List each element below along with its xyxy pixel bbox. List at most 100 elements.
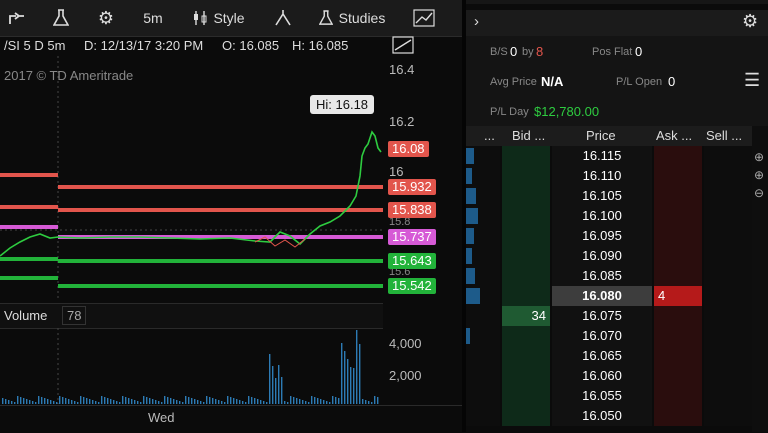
ladder-row[interactable]: 16.060 xyxy=(466,366,752,386)
bid-cell[interactable] xyxy=(502,166,550,186)
price-cell[interactable]: 16.095 xyxy=(552,226,652,246)
price-cell[interactable]: 16.070 xyxy=(552,326,652,346)
timeframe-button[interactable]: 5m xyxy=(140,4,166,32)
ask-cell[interactable] xyxy=(654,306,702,326)
depth-cell[interactable] xyxy=(466,306,500,326)
gear-icon[interactable]: ⚙ xyxy=(742,11,758,32)
sell-cell[interactable] xyxy=(704,166,752,186)
chevron-right-icon[interactable]: › xyxy=(474,13,479,30)
bid-cell[interactable] xyxy=(502,326,550,346)
zoom-in-small-icon[interactable]: ⊕ xyxy=(754,168,764,182)
ask-cell[interactable] xyxy=(654,246,702,266)
bid-cell[interactable] xyxy=(502,266,550,286)
depth-cell[interactable] xyxy=(466,386,500,406)
zoom-in-icon[interactable]: ⊕ xyxy=(754,150,764,164)
ladder-row[interactable]: 16.105 xyxy=(466,186,752,206)
chart-type-icon[interactable] xyxy=(410,4,438,32)
bid-cell[interactable] xyxy=(502,146,550,166)
ladder-row[interactable]: 16.070 xyxy=(466,326,752,346)
ladder-row[interactable]: 16.090 xyxy=(466,246,752,266)
symbol-label[interactable]: /SI 5 D 5m xyxy=(4,38,65,53)
column-header-ask[interactable]: Ask ... xyxy=(656,128,692,143)
ladder-row[interactable]: 16.115 xyxy=(466,146,752,166)
ladder-row[interactable]: 34 16.075 xyxy=(466,306,752,326)
sell-cell[interactable] xyxy=(704,186,752,206)
price-cell[interactable]: 16.090 xyxy=(552,246,652,266)
flask-icon[interactable] xyxy=(48,4,74,32)
time-axis[interactable]: Wed xyxy=(0,405,462,433)
sell-cell[interactable] xyxy=(704,246,752,266)
gear-icon[interactable]: ⚙ xyxy=(94,4,118,32)
sell-cell[interactable] xyxy=(704,346,752,366)
sell-cell[interactable] xyxy=(704,406,752,426)
ask-cell[interactable] xyxy=(654,226,702,246)
sell-cell[interactable] xyxy=(704,266,752,286)
menu-icon[interactable]: ☰ xyxy=(744,70,760,91)
ask-cell[interactable] xyxy=(654,266,702,286)
depth-cell[interactable] xyxy=(466,366,500,386)
bid-cell[interactable]: 34 xyxy=(502,306,550,326)
ask-cell[interactable] xyxy=(654,186,702,206)
ask-cell[interactable] xyxy=(654,406,702,426)
price-cell[interactable]: 16.100 xyxy=(552,206,652,226)
bid-cell[interactable] xyxy=(502,286,550,306)
price-cell[interactable]: 16.110 xyxy=(552,166,652,186)
ladder-row[interactable]: 16.065 xyxy=(466,346,752,366)
price-cell[interactable]: 16.065 xyxy=(552,346,652,366)
price-cell[interactable]: 16.050 xyxy=(552,406,652,426)
ladder-row[interactable]: 16.100 xyxy=(466,206,752,226)
ladder-row[interactable]: 16.050 xyxy=(466,406,752,426)
depth-cell[interactable] xyxy=(466,346,500,366)
studies-button[interactable]: Studies xyxy=(312,4,392,32)
column-header-price[interactable]: Price xyxy=(586,128,616,143)
ask-cell[interactable] xyxy=(654,206,702,226)
price-cell[interactable]: 16.060 xyxy=(552,366,652,386)
column-header-sell[interactable]: Sell ... xyxy=(706,128,742,143)
sell-cell[interactable] xyxy=(704,226,752,246)
zoom-out-icon[interactable]: ⊖ xyxy=(754,186,764,200)
depth-cell[interactable] xyxy=(466,326,500,346)
price-axis[interactable]: 16.4 16.2 16 15.8 15.6 16.08 15.932 15.8… xyxy=(383,56,462,302)
bid-cell[interactable] xyxy=(502,246,550,266)
column-header-bid[interactable]: Bid ... xyxy=(512,128,545,143)
price-cell[interactable]: 16.115 xyxy=(552,146,652,166)
bid-cell[interactable] xyxy=(502,366,550,386)
volume-chart[interactable] xyxy=(0,328,383,404)
price-cell[interactable]: 16.080 xyxy=(552,286,652,306)
sell-cell[interactable] xyxy=(704,286,752,306)
ask-cell[interactable] xyxy=(654,166,702,186)
bid-cell[interactable] xyxy=(502,206,550,226)
ask-cell[interactable] xyxy=(654,386,702,406)
bid-cell[interactable] xyxy=(502,346,550,366)
share-icon[interactable] xyxy=(4,4,30,32)
bid-cell[interactable] xyxy=(502,226,550,246)
sell-cell[interactable] xyxy=(704,206,752,226)
ladder-row[interactable]: 16.110 xyxy=(466,166,752,186)
ask-cell[interactable] xyxy=(654,146,702,166)
sell-cell[interactable] xyxy=(704,326,752,346)
ask-cell[interactable] xyxy=(654,326,702,346)
sell-cell[interactable] xyxy=(704,386,752,406)
price-cell[interactable]: 16.055 xyxy=(552,386,652,406)
ask-cell[interactable]: 4 xyxy=(654,286,702,306)
depth-cell[interactable] xyxy=(466,406,500,426)
sell-cell[interactable] xyxy=(704,366,752,386)
ladder-row[interactable]: 16.055 xyxy=(466,386,752,406)
style-button[interactable]: Style xyxy=(188,4,250,32)
ask-cell[interactable] xyxy=(654,346,702,366)
bid-cell[interactable] xyxy=(502,186,550,206)
drawing-tools-icon[interactable] xyxy=(270,4,296,32)
sell-cell[interactable] xyxy=(704,306,752,326)
bid-cell[interactable] xyxy=(502,386,550,406)
price-chart[interactable] xyxy=(0,56,383,300)
bid-cell[interactable] xyxy=(502,406,550,426)
column-header[interactable]: ... xyxy=(484,128,495,143)
ladder-row[interactable]: 16.095 xyxy=(466,226,752,246)
price-cell[interactable]: 16.075 xyxy=(552,306,652,326)
ask-cell[interactable] xyxy=(654,366,702,386)
price-cell[interactable]: 16.105 xyxy=(552,186,652,206)
sell-cell[interactable] xyxy=(704,146,752,166)
price-cell[interactable]: 16.085 xyxy=(552,266,652,286)
ladder-row[interactable]: 16.080 4 xyxy=(466,286,752,306)
ladder-row[interactable]: 16.085 xyxy=(466,266,752,286)
